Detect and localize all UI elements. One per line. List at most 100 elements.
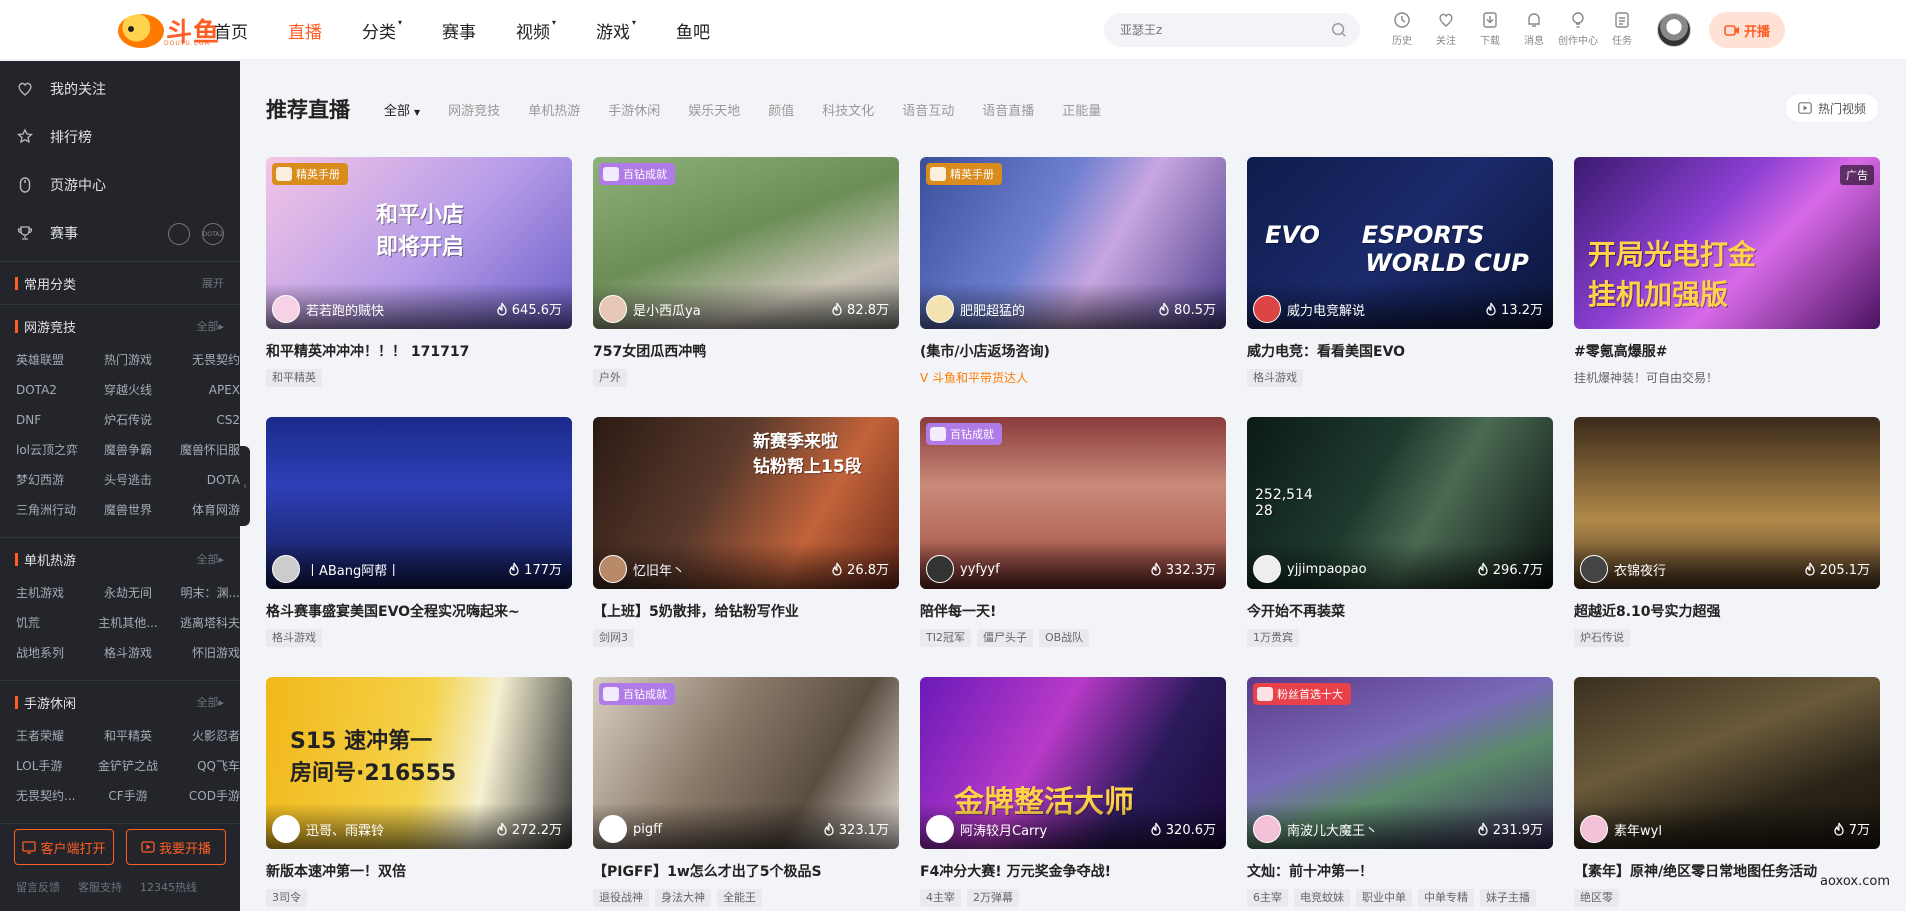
room-title[interactable]: 格斗赛事盛宴美国EVO全程实况嗨起来~ <box>266 601 572 621</box>
category-link[interactable]: 英雄联盟 <box>16 345 90 375</box>
category-link[interactable]: 魔兽世界 <box>90 495 166 525</box>
live-room-card[interactable]: 开局光电打金 挂机加强版 广告 #零氪高爆服# 挂机爆神装！可自由交易！ <box>1574 157 1880 417</box>
category-link[interactable]: LOL手游 <box>16 751 90 781</box>
nav-item[interactable]: 分类▾ <box>362 18 402 43</box>
room-tag[interactable]: 1万贵宾 <box>1247 629 1299 647</box>
category-link[interactable]: 王者荣耀 <box>16 721 90 751</box>
anchor-info[interactable]: 是小西瓜ya <box>599 295 701 323</box>
room-title[interactable]: 文灿：前十冲第一！ <box>1247 861 1553 881</box>
live-room-card[interactable]: S15 速冲第一 房间号·216555 迅哥、雨霖铃 272.2万 新版本速冲第一！双… <box>266 677 572 911</box>
hot-video-button[interactable]: 热门视频 <box>1785 94 1878 122</box>
footer-link[interactable]: 客服支持 <box>78 879 122 895</box>
category-link[interactable]: 头号逃击 <box>90 465 166 495</box>
room-thumbnail[interactable]: 开局光电打金 挂机加强版 广告 <box>1574 157 1880 329</box>
category-header[interactable]: 网游竞技 全部▸ <box>0 309 240 343</box>
anchor-info[interactable]: 丨ABang阿帮丨 <box>272 555 400 583</box>
category-link[interactable]: 梦幻西游 <box>16 465 90 495</box>
live-room-card[interactable]: 百钻成就 是小西瓜ya 82.8万 757女团瓜西冲鸭 户外 <box>593 157 899 417</box>
category-link[interactable]: 无畏契约... <box>16 781 90 811</box>
nav-item[interactable]: 赛事 <box>442 18 476 43</box>
category-link[interactable]: 战地系列 <box>16 638 90 668</box>
live-room-card[interactable]: 金牌整活大师阿涛较月Carry320.6万F4冲分大赛! 万元奖金争夺战!4主宰… <box>920 677 1226 911</box>
room-tag[interactable]: 中单专精 <box>1418 889 1474 907</box>
category-link[interactable]: 逃离塔科夫 <box>166 608 240 638</box>
expand-link[interactable]: 展开 <box>202 275 224 291</box>
tool-heart[interactable]: 关注 <box>1424 10 1468 47</box>
anchor-info[interactable]: 衣锦夜行 <box>1580 555 1666 583</box>
room-title[interactable]: 超越近8.10号实力超强 <box>1574 601 1880 621</box>
anchor-info[interactable]: 威力电竞解说 <box>1253 295 1365 323</box>
room-title[interactable]: 757女团瓜西冲鸭 <box>593 341 899 361</box>
douyu-logo[interactable]: 斗鱼 DOUYU.COM <box>118 12 220 49</box>
room-tag[interactable]: 4主宰 <box>920 889 961 907</box>
category-link[interactable]: 金铲铲之战 <box>90 751 166 781</box>
nav-item[interactable]: 首页 <box>214 18 248 43</box>
search-input[interactable] <box>1120 23 1320 37</box>
anchor-info[interactable]: 迅哥、雨霖铃 <box>272 815 384 843</box>
category-link[interactable]: 永劫无间 <box>90 578 166 608</box>
anchor-avatar[interactable] <box>1580 555 1608 583</box>
category-link[interactable]: 魔兽怀旧服 <box>166 435 240 465</box>
category-link[interactable]: DOTA2 <box>16 375 90 405</box>
common-category-header[interactable]: 常用分类 展开 <box>0 266 240 300</box>
room-tag[interactable]: 炉石传说 <box>1574 629 1630 647</box>
anchor-avatar[interactable] <box>599 815 627 843</box>
footer-link[interactable]: 留言反馈 <box>16 879 60 895</box>
anchor-avatar[interactable] <box>599 555 627 583</box>
filter-tab[interactable]: 科技文化 <box>822 100 874 119</box>
search-icon[interactable] <box>1330 21 1348 39</box>
live-room-card[interactable]: 丨ABang阿帮丨 177万格斗赛事盛宴美国EVO全程实况嗨起来~ 格斗游戏 <box>266 417 572 677</box>
nav-item[interactable]: 直播 <box>288 18 322 43</box>
room-tag[interactable]: TI2冠军 <box>920 629 971 647</box>
live-room-card[interactable]: 精英手册 肥肥超猛的 80.5万 (集市/小店返场咨询) V 斗鱼和平带货达人 <box>920 157 1226 417</box>
room-title[interactable]: 【上班】5奶散排，给钻粉写作业 <box>593 601 899 621</box>
room-tag[interactable]: 格斗游戏 <box>266 629 322 647</box>
sidebar-item-rank[interactable]: 排行榜 <box>0 113 240 161</box>
filter-tab[interactable]: 语音互动 <box>902 100 954 119</box>
room-thumbnail[interactable]: 素年wyl 7万 <box>1574 677 1880 849</box>
filter-tab[interactable]: 正能量 <box>1062 100 1101 119</box>
sidebar-item-trophy[interactable]: 赛事 DOTA2 <box>0 209 240 257</box>
tool-bell[interactable]: 消息 <box>1512 10 1556 47</box>
category-link[interactable]: COD手游 <box>166 781 240 811</box>
room-tag[interactable]: 退役战神 <box>593 889 649 907</box>
category-link[interactable]: 无畏契约 <box>166 345 240 375</box>
sidebar-item-heart[interactable]: 我的关注 <box>0 65 240 113</box>
go-live-button[interactable]: 我要开播 <box>126 829 226 865</box>
all-link[interactable]: 全部▸ <box>196 694 224 710</box>
tool-bulb[interactable]: 创作中心 <box>1556 10 1600 47</box>
category-link[interactable]: DOTA <box>166 465 240 495</box>
anchor-info[interactable]: yyfyyf <box>926 555 1000 583</box>
category-header[interactable]: 单机热游 全部▸ <box>0 542 240 576</box>
live-room-card[interactable]: 百钻成就 yyfyyf 332.3万 陪伴每一天! TI2冠军 僵尸头子 OB战队 <box>920 417 1226 677</box>
room-title[interactable]: #零氪高爆服# <box>1574 341 1880 361</box>
room-title[interactable]: 新版本速冲第一！双倍 <box>266 861 572 881</box>
filter-tab[interactable]: 颜值 <box>768 100 794 119</box>
anchor-info[interactable]: 素年wyl <box>1580 815 1662 843</box>
room-tag[interactable]: 妹子主播 <box>1480 889 1536 907</box>
tool-task[interactable]: 任务 <box>1600 10 1644 47</box>
room-tag[interactable]: 剑网3 <box>593 629 634 647</box>
anchor-avatar[interactable] <box>272 295 300 323</box>
room-tag[interactable]: 户外 <box>593 369 627 387</box>
nav-item[interactable]: 鱼吧 <box>676 18 710 43</box>
room-tag[interactable]: 和平精英 <box>266 369 322 387</box>
search-box[interactable] <box>1104 13 1360 47</box>
sidebar-collapse-handle[interactable]: ‹ <box>240 446 250 526</box>
room-tag[interactable]: 职业中单 <box>1356 889 1412 907</box>
category-link[interactable]: 三角洲行动 <box>16 495 90 525</box>
anchor-info[interactable]: yjjimpaopao <box>1253 555 1367 583</box>
room-thumbnail[interactable]: 新赛季来啦 钻粉帮上15段 忆旧年丶 26.8万 <box>593 417 899 589</box>
live-room-card[interactable]: 新赛季来啦 钻粉帮上15段 忆旧年丶 26.8万【上班】5奶散排，给钻粉写作业 剑网3 <box>593 417 899 677</box>
filter-tab[interactable]: 全部 ▼ <box>384 100 420 119</box>
all-link[interactable]: 全部▸ <box>196 551 224 567</box>
nav-item[interactable]: 游戏▾ <box>596 18 636 43</box>
category-link[interactable]: DNF <box>16 405 90 435</box>
live-room-card[interactable]: 百钻成就 pigff 323.1万 【PIGFF】1w怎么才出了5个极品S 退役战神 身法… <box>593 677 899 911</box>
category-link[interactable]: 主机其他... <box>90 608 166 638</box>
anchor-avatar[interactable] <box>926 295 954 323</box>
room-tag[interactable]: 6主宰 <box>1247 889 1288 907</box>
anchor-avatar[interactable] <box>926 555 954 583</box>
event-logo-icon[interactable]: DOTA2 <box>202 223 224 245</box>
room-thumbnail[interactable]: 丨ABang阿帮丨 177万 <box>266 417 572 589</box>
